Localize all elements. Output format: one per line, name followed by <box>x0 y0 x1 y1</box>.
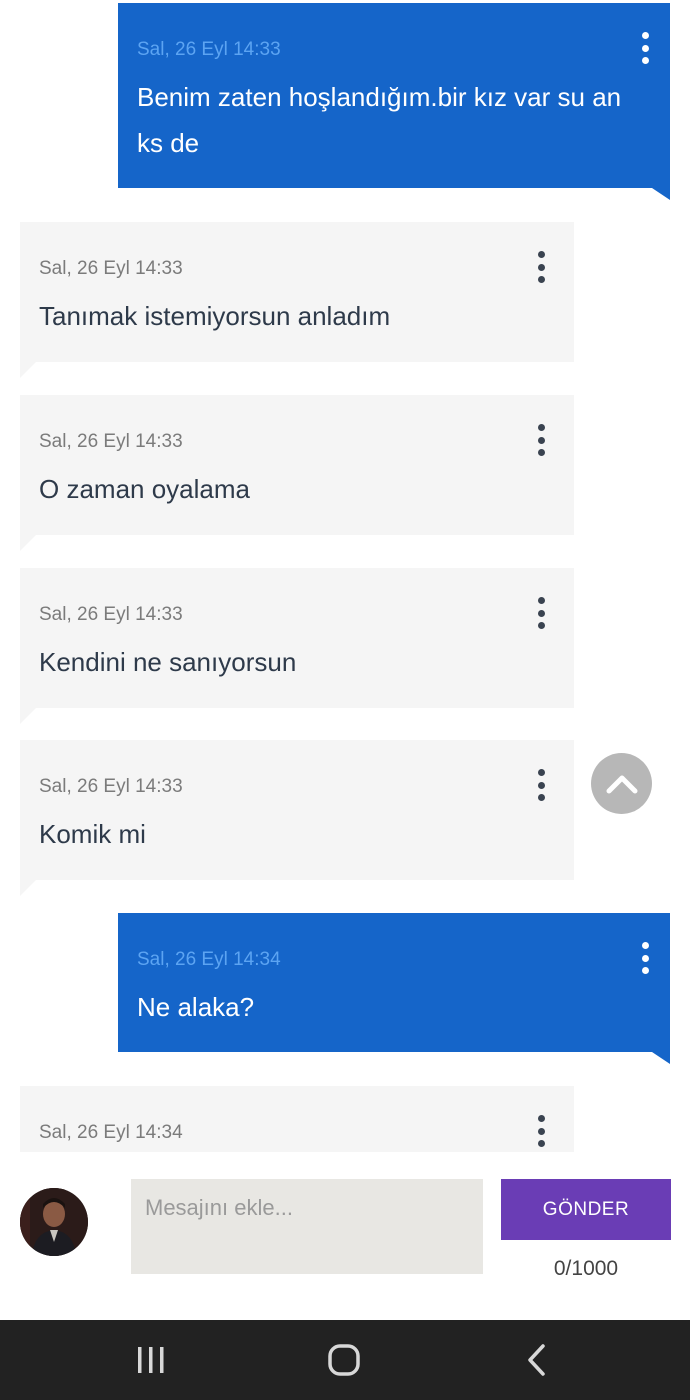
message-text: Kendini ne sanıyorsun <box>39 647 297 677</box>
bubble-tail <box>20 535 36 551</box>
chevron-up-icon <box>606 775 637 793</box>
message-timestamp: Sal, 26 Eyl 14:33 <box>39 776 183 797</box>
bubble-tail <box>652 1052 670 1064</box>
chat-screen: Sal, 26 Eyl 14:33 Benim zaten hoşlandığı… <box>0 0 690 1400</box>
bubble-tail <box>20 362 36 378</box>
send-button[interactable]: GÖNDER <box>501 1179 671 1240</box>
more-vertical-icon[interactable] <box>529 249 553 285</box>
more-vertical-icon[interactable] <box>633 940 657 976</box>
message-incoming: Sal, 26 Eyl 14:33 O zaman oyalama <box>20 395 574 551</box>
more-vertical-icon[interactable] <box>529 1113 553 1149</box>
message-text: O zaman oyalama <box>39 474 250 504</box>
character-counter: 0/1000 <box>553 1257 619 1280</box>
back-icon <box>528 1344 545 1376</box>
bubble-tail <box>20 708 36 724</box>
home-button[interactable] <box>284 1320 404 1400</box>
message-incoming: Sal, 26 Eyl 14:33 Komik mi <box>20 740 574 896</box>
more-vertical-icon[interactable] <box>633 30 657 66</box>
message-bubble: Sal, 26 Eyl 14:33 O zaman oyalama <box>20 395 574 535</box>
message-timestamp: Sal, 26 Eyl 14:33 <box>39 431 183 452</box>
message-input[interactable] <box>131 1179 483 1274</box>
message-timestamp: Sal, 26 Eyl 14:33 <box>39 258 183 279</box>
message-timestamp: Sal, 26 Eyl 14:34 <box>137 949 281 970</box>
back-button[interactable] <box>477 1320 597 1400</box>
message-timestamp: Sal, 26 Eyl 14:33 <box>137 39 281 60</box>
message-outgoing: Sal, 26 Eyl 14:34 Ne alaka? <box>118 913 670 1064</box>
message-outgoing: Sal, 26 Eyl 14:33 Benim zaten hoşlandığı… <box>118 3 670 200</box>
system-nav-bar <box>0 1320 690 1400</box>
avatar <box>20 1188 88 1256</box>
message-timestamp: Sal, 26 Eyl 14:34 <box>39 1122 183 1143</box>
message-incoming: Sal, 26 Eyl 14:33 Kendini ne sanıyorsun <box>20 568 574 724</box>
scroll-top-button[interactable] <box>591 753 652 814</box>
more-vertical-icon[interactable] <box>529 767 553 803</box>
message-bubble: Sal, 26 Eyl 14:33 Tanımak istemiyorsun a… <box>20 222 574 362</box>
message-bubble: Sal, 26 Eyl 14:34 Ne alaka? <box>118 913 670 1052</box>
message-bubble: Sal, 26 Eyl 14:33 Kendini ne sanıyorsun <box>20 568 574 708</box>
more-vertical-icon[interactable] <box>529 422 553 458</box>
message-bubble: Sal, 26 Eyl 14:33 Komik mi <box>20 740 574 880</box>
bubble-tail <box>652 188 670 200</box>
home-icon <box>328 1344 360 1376</box>
message-text: Ne alaka? <box>137 992 255 1022</box>
message-incoming: Sal, 26 Eyl 14:33 Tanımak istemiyorsun a… <box>20 222 574 378</box>
message-timestamp: Sal, 26 Eyl 14:33 <box>39 604 183 625</box>
recent-apps-icon <box>138 1347 164 1373</box>
message-text: Tanımak istemiyorsun anladım <box>39 301 391 331</box>
message-text: Komik mi <box>39 819 146 849</box>
more-vertical-icon[interactable] <box>529 595 553 631</box>
message-text: Benim zaten hoşlandığım.bir kız var su a… <box>137 82 622 158</box>
message-bubble: Sal, 26 Eyl 14:33 Benim zaten hoşlandığı… <box>118 3 670 188</box>
bubble-tail <box>20 880 36 896</box>
recent-apps-button[interactable] <box>91 1320 211 1400</box>
